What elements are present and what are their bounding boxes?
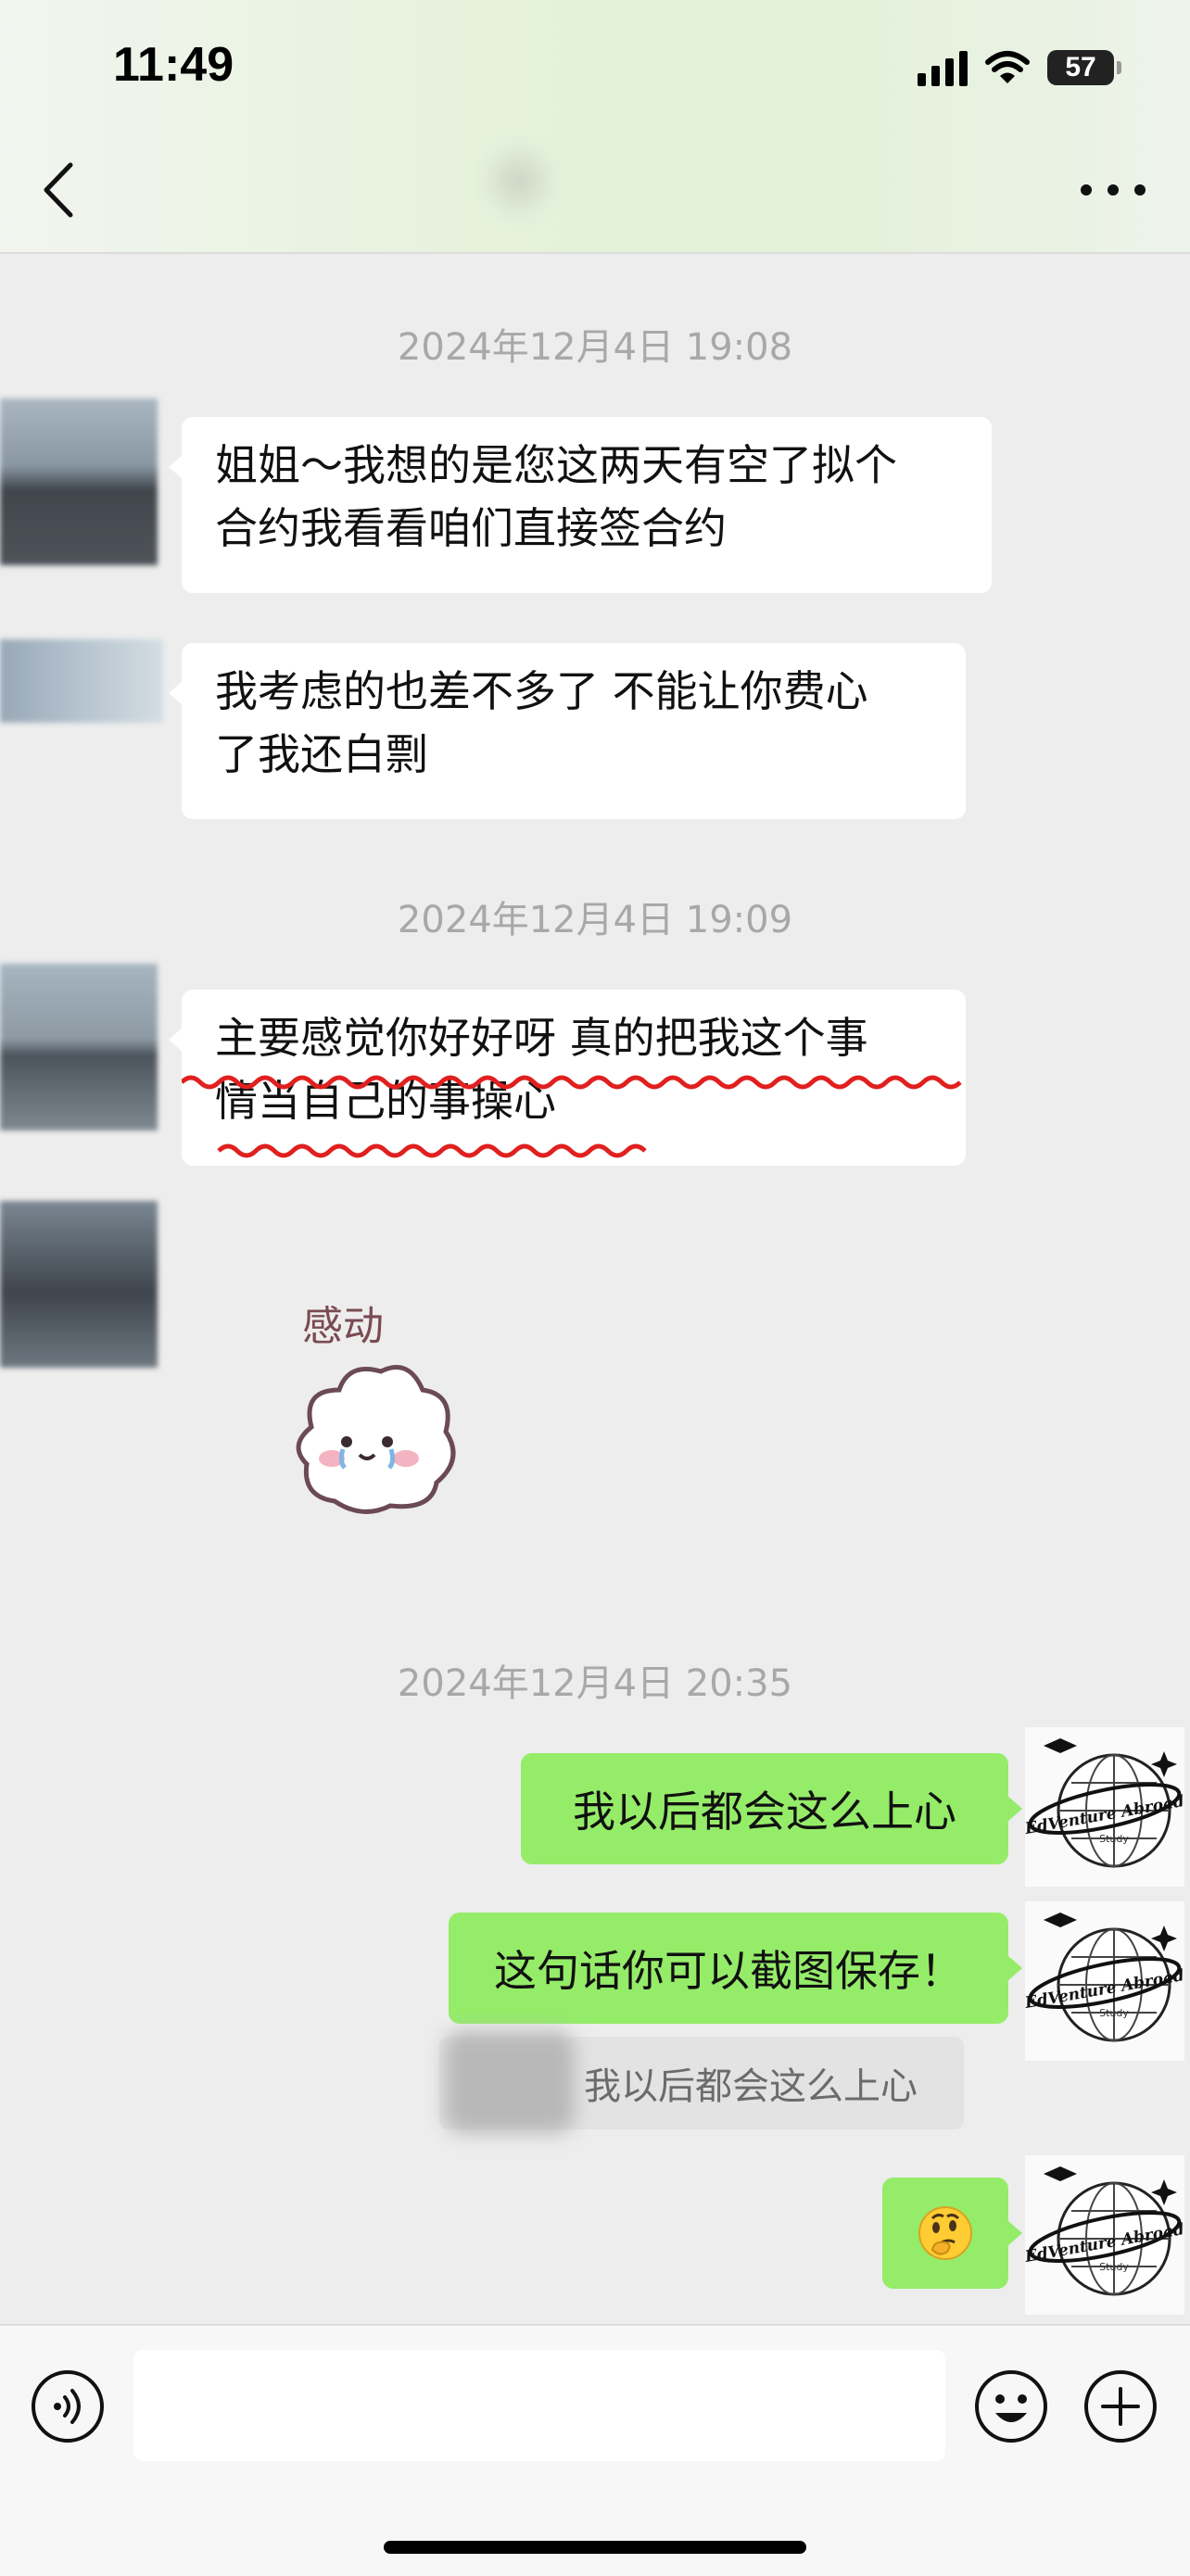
message-bubble-received[interactable]: 姐姐～我想的是您这两天有空了拟个 合约我看看咱们直接签合约 bbox=[169, 417, 992, 593]
quoted-text: 我以后都会这么上心 bbox=[584, 2065, 918, 2108]
battery-icon: 57 bbox=[1047, 50, 1121, 85]
avatar[interactable]: EdVenture Abroad Study bbox=[1025, 1727, 1184, 1887]
more-dots-icon[interactable] bbox=[1081, 176, 1146, 204]
message-text: 姐姐～我想的是您这两天有空了拟个 bbox=[215, 440, 897, 490]
message-text: 合约我看看咱们直接签合约 bbox=[215, 503, 727, 553]
message-text: 我考虑的也差不多了 不能让你费心 bbox=[215, 666, 868, 716]
red-underline-annotation bbox=[182, 1075, 962, 1158]
chevron-left-icon[interactable] bbox=[37, 158, 83, 222]
status-icons: 57 bbox=[918, 44, 1121, 91]
message-input[interactable] bbox=[133, 2350, 945, 2461]
message-text: 了我还白剽 bbox=[215, 729, 428, 779]
message-bubble-sent[interactable]: 我以后都会这么上心 bbox=[521, 1753, 1022, 1864]
sticker-text: 感动 bbox=[302, 1303, 384, 1350]
crying-cloud-sticker[interactable]: 感动 bbox=[274, 1288, 460, 1529]
message-bubble-sent[interactable]: 这句话你可以截图保存！ bbox=[449, 1913, 1022, 2024]
timestamp: 2024年12月4日 19:08 bbox=[397, 326, 793, 369]
voice-icon[interactable] bbox=[30, 2368, 106, 2444]
cellular-signal-icon bbox=[918, 49, 968, 86]
avatar[interactable] bbox=[0, 1201, 158, 1368]
avatar[interactable]: EdVenture Abroad Study bbox=[1025, 2155, 1184, 2315]
avatar[interactable] bbox=[0, 398, 158, 565]
svg-text:Study: Study bbox=[1099, 2261, 1129, 2273]
home-indicator bbox=[384, 2541, 806, 2554]
avatar[interactable] bbox=[0, 639, 163, 723]
header-bar: 11:49 57 bbox=[0, 0, 1190, 254]
emoji-icon[interactable] bbox=[973, 2368, 1049, 2444]
message-bubble-received[interactable]: 我考虑的也差不多了 不能让你费心 了我还白剽 bbox=[169, 643, 966, 819]
avatar[interactable]: EdVenture Abroad Study bbox=[1025, 1901, 1184, 2061]
wifi-icon bbox=[985, 51, 1030, 83]
thinking-face-emoji bbox=[918, 2206, 972, 2260]
chat-title-blurred bbox=[482, 139, 556, 222]
timestamp: 2024年12月4日 19:09 bbox=[397, 899, 793, 941]
message-text: 这句话你可以截图保存！ bbox=[494, 1946, 963, 1996]
svg-text:Study: Study bbox=[1099, 2007, 1129, 2019]
message-bubble-sent[interactable] bbox=[882, 2178, 1022, 2289]
svg-text:Study: Study bbox=[1099, 1833, 1129, 1845]
quoted-avatar-blurred bbox=[445, 2031, 575, 2133]
message-text: 我以后都会这么上心 bbox=[573, 1787, 956, 1837]
timestamp: 2024年12月4日 20:35 bbox=[397, 1662, 793, 1705]
avatar[interactable] bbox=[0, 964, 158, 1130]
input-bar bbox=[0, 2324, 1190, 2576]
plus-icon[interactable] bbox=[1082, 2368, 1158, 2444]
message-text: 主要感觉你好好呀 真的把我这个事 bbox=[215, 1013, 868, 1063]
status-time: 11:49 bbox=[113, 38, 234, 92]
